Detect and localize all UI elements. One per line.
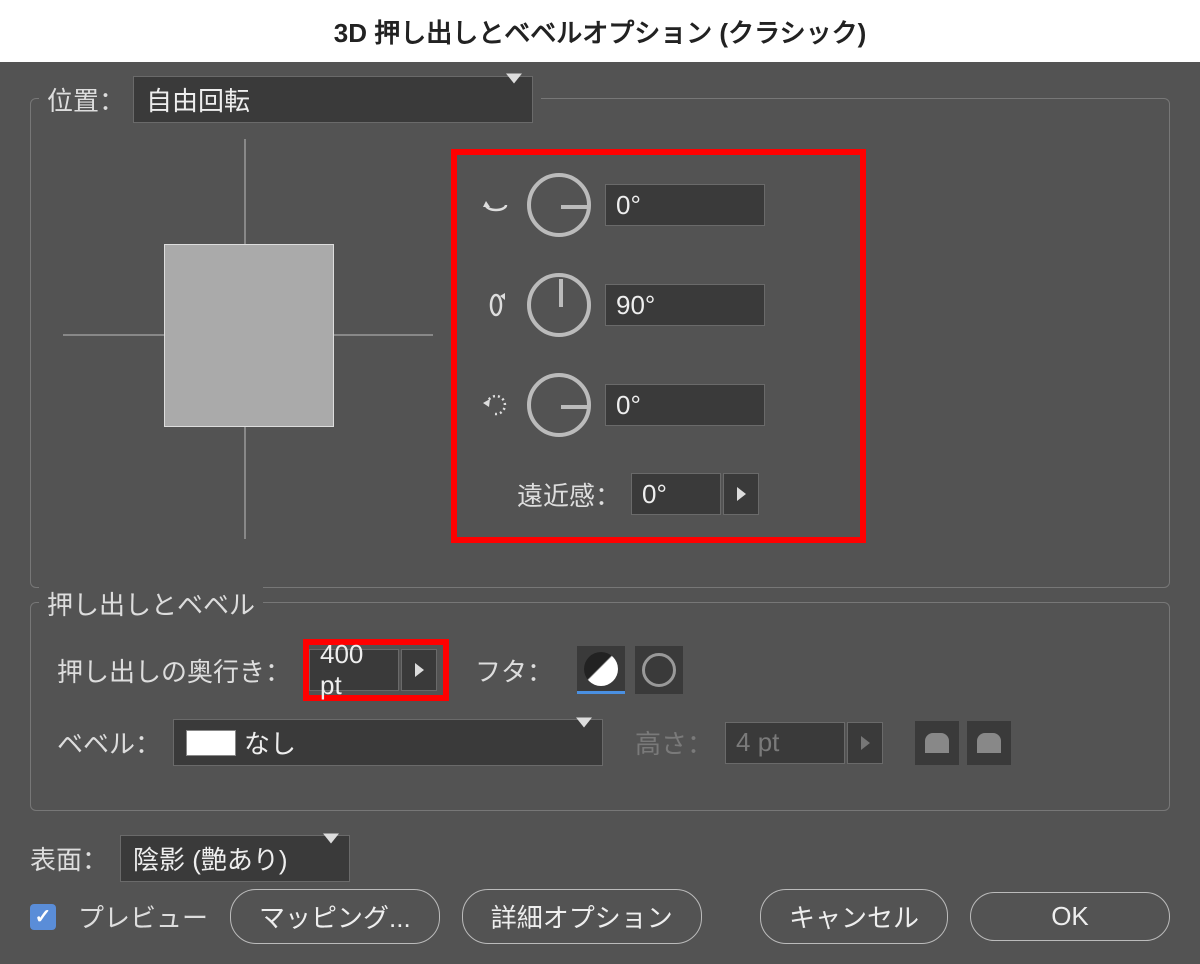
- surface-value: 陰影 (艶あり): [133, 840, 288, 877]
- bevel-height-stepper: [847, 722, 883, 764]
- rotation-y-row: 90°: [479, 273, 838, 337]
- extrude-bevel-label: 押し出しとベベル: [47, 585, 255, 622]
- dialog-body: 位置： 自由回転: [0, 62, 1200, 964]
- ok-button[interactable]: OK: [970, 892, 1170, 941]
- rotation-controls: 0° 90°: [441, 129, 1149, 549]
- position-content: 0° 90°: [31, 99, 1169, 589]
- mapping-button[interactable]: マッピング...: [230, 889, 440, 944]
- extrude-bevel-header: 押し出しとベベル: [39, 585, 263, 621]
- bevel-label: ベベル：: [57, 724, 161, 761]
- surface-dropdown[interactable]: 陰影 (艶あり): [120, 835, 350, 882]
- bevel-in-icon: [977, 733, 1001, 753]
- rotate-x-icon: [479, 188, 513, 222]
- perspective-stepper[interactable]: [723, 473, 759, 515]
- preview-checkbox[interactable]: ✓: [30, 904, 56, 930]
- depth-label: 押し出しの奥行き：: [57, 652, 291, 689]
- position-header: 位置： 自由回転: [39, 81, 541, 117]
- chevron-right-icon: [861, 736, 870, 750]
- rotation-x-dial[interactable]: [527, 173, 591, 237]
- position-label: 位置：: [47, 81, 125, 118]
- position-dropdown[interactable]: 自由回転: [133, 76, 533, 123]
- chevron-right-icon: [415, 663, 424, 677]
- chevron-down-icon: [323, 843, 339, 874]
- chevron-down-icon: [506, 84, 522, 115]
- bevel-dropdown[interactable]: なし: [173, 719, 603, 766]
- rotation-x-row: 0°: [479, 173, 838, 237]
- bevel-value: なし: [244, 724, 296, 761]
- rotate-y-icon: [479, 288, 513, 322]
- bevel-row: ベベル： なし 高さ： 4 pt: [57, 719, 1143, 766]
- depth-row: 押し出しの奥行き： 400 pt フタ：: [57, 639, 1143, 701]
- cap-off-icon: [642, 653, 676, 687]
- surface-label: 表面：: [30, 840, 108, 877]
- cancel-button[interactable]: キャンセル: [760, 889, 948, 944]
- cap-on-button[interactable]: [577, 646, 625, 694]
- rotation-highlight: 0° 90°: [451, 149, 866, 543]
- cap-off-button[interactable]: [635, 646, 683, 694]
- check-icon: ✓: [35, 904, 52, 929]
- rotate-z-icon: [479, 388, 513, 422]
- cap-on-icon: [584, 652, 618, 686]
- perspective-row: 遠近感： 0°: [479, 473, 838, 515]
- position-group: 位置： 自由回転: [30, 98, 1170, 588]
- rotation-x-input[interactable]: 0°: [605, 184, 765, 226]
- rotation-trackball[interactable]: [51, 129, 441, 549]
- depth-stepper[interactable]: [401, 649, 437, 691]
- more-options-button[interactable]: 詳細オプション: [462, 889, 702, 944]
- dialog-window: 3D 押し出しとベベルオプション (クラシック) 位置： 自由回転: [0, 0, 1200, 964]
- bevel-extent-out-button[interactable]: [915, 721, 959, 765]
- rotation-z-dial[interactable]: [527, 373, 591, 437]
- rotation-z-row: 0°: [479, 373, 838, 437]
- depth-input[interactable]: 400 pt: [309, 649, 399, 691]
- rotation-y-input[interactable]: 90°: [605, 284, 765, 326]
- cube-preview-face: [164, 244, 334, 427]
- dialog-footer: ✓ プレビュー マッピング... 詳細オプション キャンセル OK: [30, 889, 1170, 944]
- extrude-bevel-group: 押し出しとベベル 押し出しの奥行き： 400 pt フタ： ベベル：: [30, 602, 1170, 811]
- perspective-input[interactable]: 0°: [631, 473, 721, 515]
- chevron-right-icon: [737, 487, 746, 501]
- position-value: 自由回転: [146, 81, 250, 118]
- bevel-out-icon: [925, 733, 949, 753]
- perspective-label: 遠近感：: [517, 476, 621, 513]
- dialog-title: 3D 押し出しとベベルオプション (クラシック): [0, 0, 1200, 62]
- bevel-height-input: 4 pt: [725, 722, 845, 764]
- preview-label: プレビュー: [78, 898, 208, 935]
- depth-highlight: 400 pt: [303, 639, 449, 701]
- rotation-z-input[interactable]: 0°: [605, 384, 765, 426]
- surface-row: 表面： 陰影 (艶あり): [30, 835, 1170, 882]
- cap-label: フタ：: [475, 652, 553, 689]
- bevel-swatch: [186, 730, 236, 756]
- rotation-y-dial[interactable]: [527, 273, 591, 337]
- bevel-extent-in-button[interactable]: [967, 721, 1011, 765]
- cap-buttons: [577, 646, 683, 694]
- bevel-direction-group: [915, 721, 1011, 765]
- chevron-down-icon: [576, 727, 592, 758]
- bevel-height-label: 高さ：: [635, 724, 713, 761]
